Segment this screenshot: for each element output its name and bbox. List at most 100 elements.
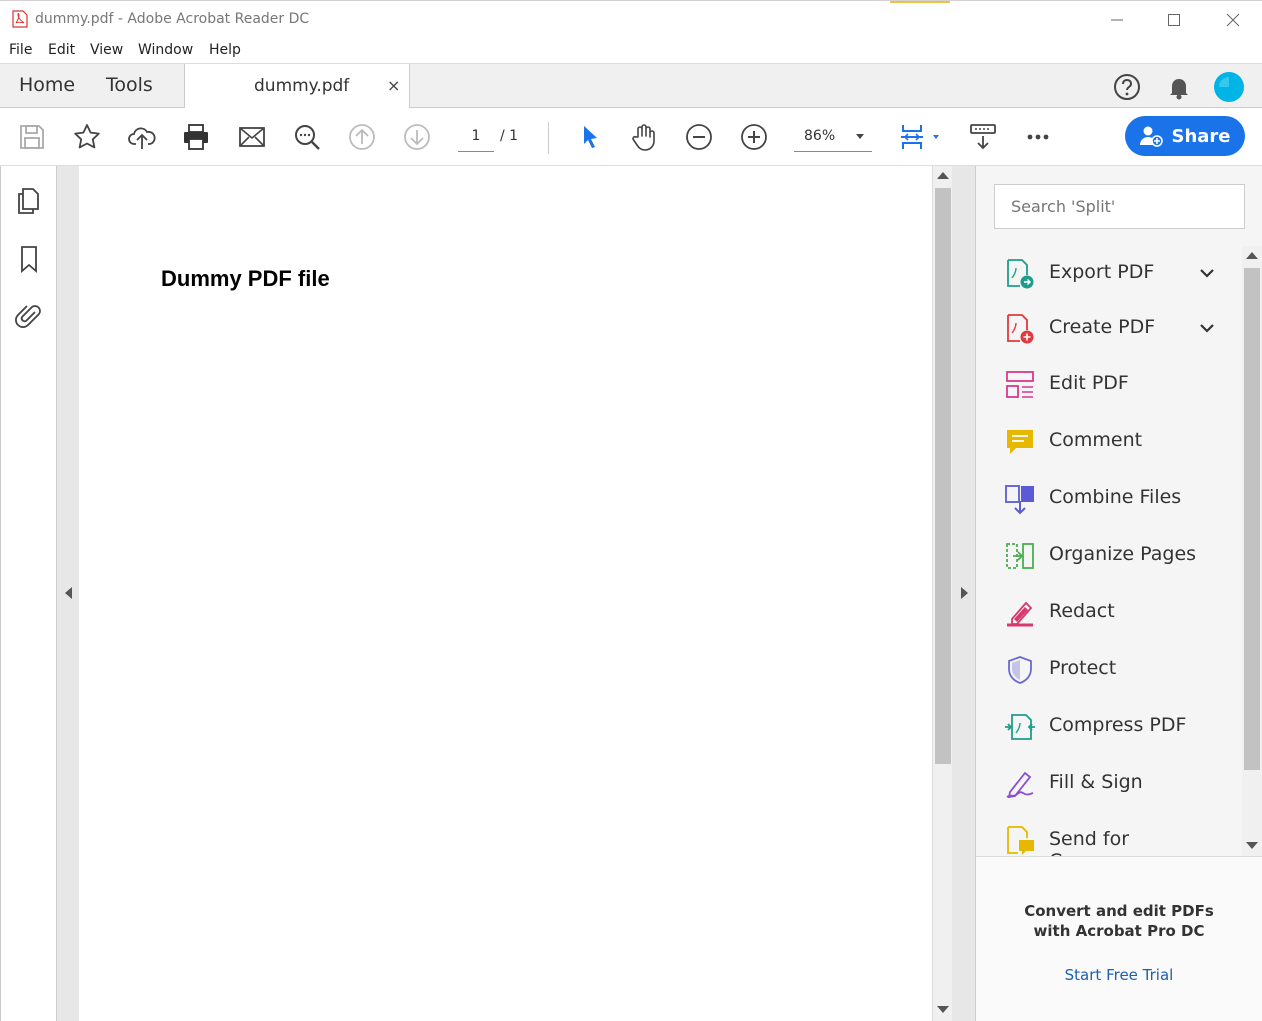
tool-label: Redact [1049,600,1115,622]
tools-list: Export PDF Create PDF Edit PDF Comment C… [994,246,1224,856]
document-page: Dummy PDF file [79,166,932,1021]
tool-protect[interactable]: Protect [994,642,1224,696]
send-for-comment-icon [1007,826,1034,855]
pointer-arrow-icon [584,126,597,148]
scrollbar-thumb[interactable] [1244,268,1260,770]
document-scrollbar[interactable] [932,166,952,1021]
notification-bell-icon[interactable] [1164,72,1194,102]
zoom-level-select[interactable]: 86% [794,122,872,152]
search-button[interactable] [290,120,324,154]
cloud-upload-icon [128,127,156,149]
keyboard-down-icon [970,124,996,150]
zoom-in-button[interactable] [737,120,771,154]
export-pdf-icon [1007,259,1034,289]
attachments-icon[interactable] [14,301,44,331]
scrollbar-thumb[interactable] [935,188,951,764]
hand-tool-button[interactable] [627,120,661,154]
bookmarks-icon[interactable] [14,244,44,274]
page-thumbnails-icon[interactable] [14,186,44,216]
combine-files-icon [1005,485,1034,515]
share-button[interactable]: Share [1125,116,1245,156]
comment-icon [1007,430,1033,454]
save-button[interactable] [15,120,49,154]
menu-window[interactable]: Window [138,42,193,58]
zoom-level-value: 86% [804,128,836,144]
maximize-icon [1168,14,1180,26]
protect-shield-icon [1008,656,1032,684]
search-icon [295,125,320,150]
acrobat-app-icon [12,10,28,28]
tool-label: Organize Pages [1049,543,1197,565]
read-mode-button[interactable] [966,120,1000,154]
edit-pdf-icon [1006,371,1034,398]
help-icon[interactable] [1112,72,1142,102]
more-tools-button[interactable] [1021,120,1055,154]
menu-help[interactable]: Help [209,42,241,58]
tools-scrollbar[interactable] [1242,246,1262,856]
tool-label: Send for Comme... [1049,828,1141,856]
tool-edit-pdf[interactable]: Edit PDF [994,357,1224,411]
avatar[interactable] [1214,72,1244,102]
minimize-button[interactable] [1105,9,1129,31]
tool-comment[interactable]: Comment [994,414,1224,468]
page-number-input[interactable]: 1 [458,122,494,152]
menu-file[interactable]: File [9,42,32,58]
scroll-mode-icon [901,125,939,149]
fill-sign-pen-icon [1006,771,1034,799]
previous-page-button[interactable] [345,120,379,154]
tool-combine-files[interactable]: Combine Files [994,471,1224,525]
tool-export-pdf[interactable]: Export PDF [994,246,1224,300]
tools-search-input[interactable] [994,184,1245,229]
compress-pdf-icon [1005,714,1035,740]
scroll-down-icon[interactable] [1246,842,1258,849]
title-bar: dummy.pdf - Adobe Acrobat Reader DC [0,0,1262,38]
upload-button[interactable] [125,120,159,154]
tab-home[interactable]: Home [19,74,75,96]
menu-edit[interactable]: Edit [48,42,75,58]
scroll-down-icon[interactable] [937,1006,949,1013]
scroll-up-icon[interactable] [937,172,949,179]
maximize-button[interactable] [1162,9,1186,31]
menu-view[interactable]: View [90,42,123,58]
document-heading: Dummy PDF file [161,266,330,291]
chevron-down-icon [856,134,864,139]
tool-redact[interactable]: Redact [994,585,1224,639]
right-pane-toggle[interactable] [952,166,976,1021]
create-pdf-icon [1007,314,1034,344]
redact-icon [1007,601,1033,627]
tool-compress-pdf[interactable]: Compress PDF [994,699,1224,753]
tool-label: Export PDF [1049,261,1155,283]
tool-organize-pages[interactable]: Organize Pages [994,528,1224,582]
left-pane-toggle[interactable] [56,166,79,1021]
add-user-icon [1140,126,1164,147]
bookmark-star-button[interactable] [70,120,104,154]
close-window-button[interactable] [1221,9,1245,31]
tool-send-for-comment[interactable]: Send for Comme... [994,813,1224,856]
scroll-up-icon[interactable] [1246,252,1258,259]
zoom-out-button[interactable] [682,120,716,154]
tools-pane: Export PDF Create PDF Edit PDF Comment C… [976,166,1262,1021]
start-free-trial-link[interactable]: Start Free Trial [976,966,1262,984]
tab-document[interactable]: dummy.pdf × [184,64,410,109]
left-nav-rail [0,166,56,1021]
promo-text: Convert and edit PDFs with Acrobat Pro D… [976,901,1262,941]
tool-fill-sign[interactable]: Fill & Sign [994,756,1224,810]
tab-bar: Home Tools dummy.pdf × [0,63,1262,109]
promo-line-1: Convert and edit PDFs [1024,902,1214,920]
tab-tools[interactable]: Tools [106,74,153,96]
tool-create-pdf[interactable]: Create PDF [994,301,1224,355]
tool-label: Comment [1049,429,1143,451]
page-view-button[interactable] [897,120,943,154]
next-page-button[interactable] [400,120,434,154]
arrow-up-circle-icon [349,124,375,150]
select-tool-button[interactable] [573,120,607,154]
email-button[interactable] [235,120,269,154]
close-tab-button[interactable]: × [387,76,400,95]
chevron-down-icon[interactable] [1197,318,1217,338]
tool-label: Compress PDF [1049,714,1187,736]
print-button[interactable] [179,120,213,154]
zoom-in-icon [741,124,767,150]
chevron-down-icon[interactable] [1197,263,1217,283]
collapse-left-icon [65,587,72,599]
toolbar-divider [548,122,549,154]
